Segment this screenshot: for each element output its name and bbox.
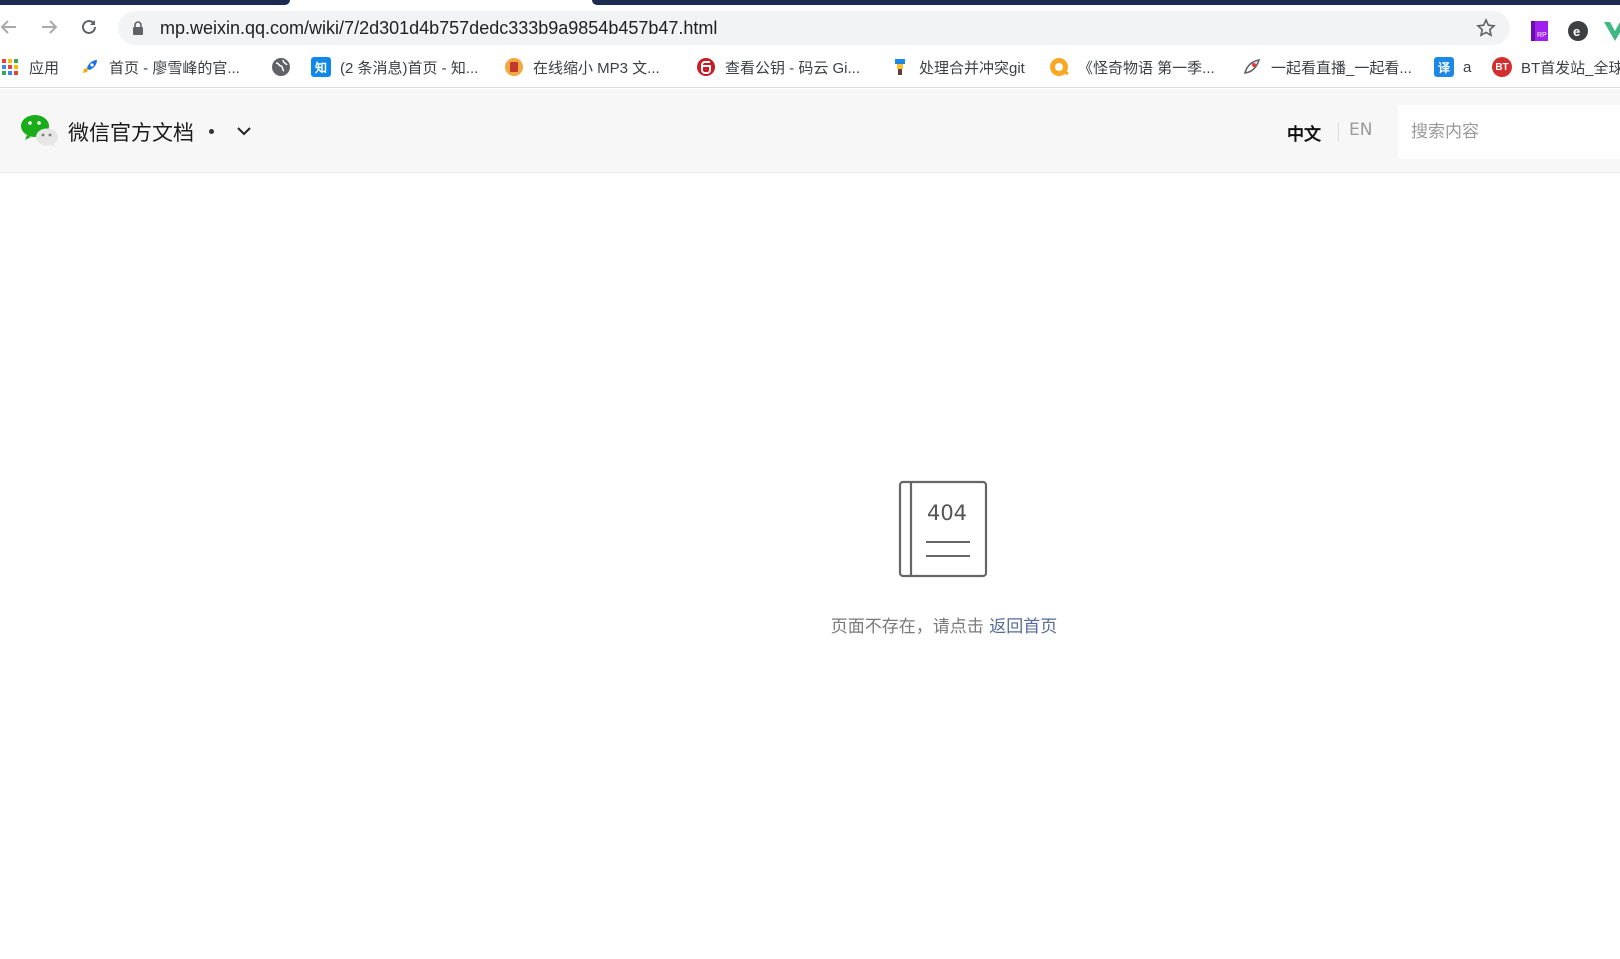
bookmark-label: a — [1463, 58, 1472, 76]
globe-icon — [271, 57, 291, 77]
bookmark-bt[interactable]: BT BT首发站_全球 — [1492, 56, 1620, 78]
bookmark-zhihu[interactable]: 知 (2 条消息)首页 - 知... — [311, 56, 478, 78]
bookmark-label: BT首发站_全球 — [1521, 59, 1620, 77]
inactive-tab[interactable] — [0, 0, 290, 5]
lang-english[interactable]: EN — [1349, 120, 1372, 140]
error-code: 404 — [927, 501, 967, 525]
bookmark-apps[interactable]: 应用 — [0, 56, 59, 78]
svg-text:e: e — [1573, 24, 1580, 39]
video-icon — [1049, 57, 1069, 77]
bookmark-translate[interactable]: 译 a — [1434, 56, 1471, 78]
bookmark-label: 处理合并冲突git — [919, 59, 1025, 77]
bookmark-label: 《怪奇物语 第一季... — [1078, 59, 1215, 77]
url-text[interactable]: mp.weixin.qq.com/wiki/7/2d301d4b757dedc3… — [160, 18, 717, 39]
inactive-tab[interactable] — [592, 0, 1620, 5]
bookmark-mp3-compress[interactable]: 在线缩小 MP3 文... — [504, 56, 660, 78]
title-separator-dot — [209, 129, 214, 134]
zhihu-icon: 知 — [311, 57, 331, 77]
forward-arrow-icon — [42, 20, 58, 34]
browser-toolbar: mp.weixin.qq.com/wiki/7/2d301d4b757dedc3… — [0, 6, 1620, 48]
git-merge-icon — [890, 57, 910, 77]
reload-icon — [82, 19, 96, 34]
svg-text:RP: RP — [1537, 32, 1547, 39]
vue-devtools-icon[interactable] — [1604, 20, 1620, 42]
apps-grid-icon — [0, 57, 20, 77]
bookmark-label: 应用 — [29, 59, 60, 77]
lock-icon — [133, 21, 143, 35]
axure-rp-extension-icon[interactable]: RP — [1528, 20, 1550, 42]
address-bar[interactable]: mp.weixin.qq.com/wiki/7/2d301d4b757dedc3… — [118, 11, 1510, 45]
bookmark-globe[interactable] — [271, 56, 300, 78]
bookmark-liaoxuefeng[interactable]: 首页 - 廖雪峰的官... — [80, 56, 240, 78]
rocket-icon — [80, 57, 100, 77]
bookmark-label: (2 条消息)首页 - 知... — [340, 59, 479, 77]
extension-e-icon[interactable]: e — [1567, 20, 1589, 42]
back-arrow-icon — [0, 20, 16, 34]
bookmark-stranger-things[interactable]: 《怪奇物语 第一季... — [1049, 56, 1215, 78]
chevron-down-icon[interactable] — [233, 120, 255, 142]
not-found-message: 页面不存在，请点击 返回首页 — [0, 612, 1620, 637]
bookmark-gitee[interactable]: 查看公钥 - 码云 Gi... — [696, 56, 860, 78]
bt-icon: BT — [1492, 57, 1512, 77]
back-button[interactable] — [0, 14, 22, 40]
back-home-link[interactable]: 返回首页 — [989, 617, 1057, 637]
not-found-text: 页面不存在，请点击 — [830, 617, 990, 637]
lang-divider — [1338, 123, 1339, 141]
search-input[interactable] — [1398, 105, 1620, 159]
site-header: 微信官方文档 中文 EN — [0, 89, 1620, 173]
search-box — [1398, 105, 1620, 159]
gitee-icon — [696, 57, 716, 77]
forward-button[interactable] — [36, 14, 62, 40]
bookmark-label: 在线缩小 MP3 文... — [533, 59, 660, 77]
wechat-logo-icon[interactable] — [20, 113, 58, 147]
live-icon — [1242, 57, 1262, 77]
mp3-compress-icon — [504, 57, 524, 77]
bookmark-star-icon[interactable] — [1476, 18, 1496, 38]
bookmark-live[interactable]: 一起看直播_一起看... — [1242, 56, 1412, 78]
site-title[interactable]: 微信官方文档 — [68, 117, 194, 147]
bookmarks-bar: 应用 首页 - 廖雪峰的官... 知 (2 条消息)首页 - 知... 在线缩小… — [0, 48, 1620, 88]
not-found-book-icon: 404 — [898, 480, 988, 578]
bookmark-label: 一起看直播_一起看... — [1271, 59, 1412, 77]
lang-chinese[interactable]: 中文 — [1287, 120, 1321, 145]
translate-icon: 译 — [1434, 57, 1454, 77]
bookmark-label: 查看公钥 - 码云 Gi... — [725, 59, 861, 77]
reload-button[interactable] — [76, 14, 102, 40]
bookmark-label: 首页 - 廖雪峰的官... — [109, 59, 240, 77]
bookmark-git-merge[interactable]: 处理合并冲突git — [890, 56, 1025, 78]
